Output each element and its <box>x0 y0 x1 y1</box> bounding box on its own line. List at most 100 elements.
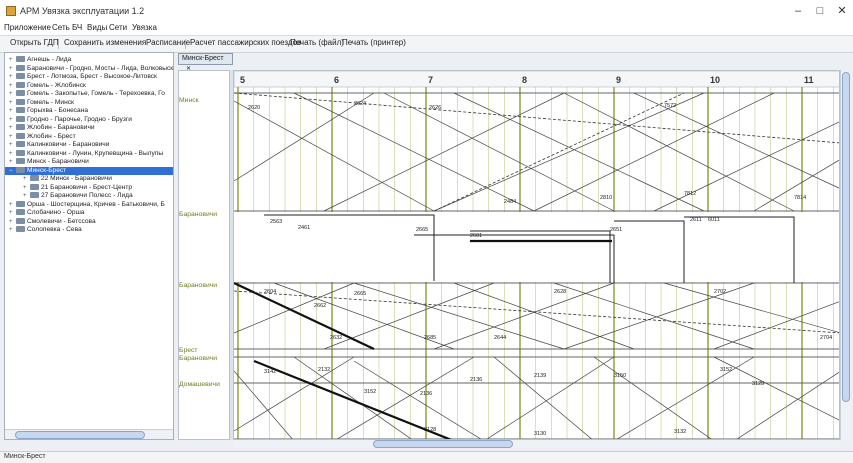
print-file-button[interactable]: Печать (файл) <box>288 38 346 47</box>
tree-item[interactable]: + Калинковичи - Лунин, Крупевщина - Вылуп… <box>5 149 163 158</box>
tree-item[interactable]: + Калинковичи - Барановичи <box>5 141 109 149</box>
train-number-label: 2484 <box>504 199 516 205</box>
tree-item[interactable]: + Гомель - Жлобинск <box>5 81 86 90</box>
expand-icon[interactable]: + <box>23 175 30 183</box>
train-number-label: 3130 <box>534 431 546 437</box>
train-schedule-graph[interactable]: 5 6 7 8 9 10 11 2620 2624 2626 7572 2484 2810 7812 781… <box>233 70 840 440</box>
menu-networks[interactable]: Сети <box>109 23 127 32</box>
save-changes-button[interactable]: Сохранить изменения <box>62 38 148 47</box>
expand-icon[interactable]: + <box>9 141 16 149</box>
tree-item[interactable]: +21 Барановичи - Брест-Центр <box>5 183 133 192</box>
tree-item[interactable]: + Гомель - Закопытье, Гомель - Терехоевка… <box>5 90 165 98</box>
expand-icon[interactable]: + <box>9 209 16 217</box>
tree-item[interactable]: + Гомель - Минск <box>5 98 74 107</box>
menu-link[interactable]: Увязка <box>132 23 157 32</box>
collapse-icon[interactable]: − <box>9 167 16 175</box>
tree-item[interactable]: + Орша - Шостерщина, Кричев - Батьковичи,… <box>5 200 165 209</box>
train-number-label: 3150 <box>614 373 626 379</box>
tree-item[interactable]: + Слобачино - Орша <box>5 209 85 217</box>
menu-network[interactable]: Сеть БЧ <box>52 23 82 32</box>
menu-app[interactable]: Приложение <box>4 23 51 32</box>
expand-icon[interactable]: + <box>9 99 16 107</box>
app-icon <box>6 6 16 16</box>
tree-item-label: Минск-Брест <box>27 166 67 174</box>
expand-icon[interactable]: + <box>9 116 16 124</box>
tree-item[interactable]: +27 Барановичи Полесс - Лида <box>5 192 133 200</box>
open-gdp-button[interactable]: Открыть ГДП <box>8 38 61 47</box>
expand-icon[interactable]: + <box>9 201 16 209</box>
route-tree[interactable]: + Агнешь - Лида + Барановичи - Гродно, Мост… <box>4 52 174 440</box>
scrollbar-thumb[interactable] <box>373 440 513 448</box>
train-number-label: 3128 <box>424 427 436 433</box>
expand-icon[interactable]: + <box>9 158 16 166</box>
tree-item[interactable]: + Барановичи - Гродно, Мосты - Лида, Волк… <box>5 64 173 73</box>
train-number-label: 2601 <box>470 233 482 239</box>
expand-icon[interactable]: + <box>23 184 30 192</box>
tree-item[interactable]: + Жлобин - Барановичи <box>5 124 95 132</box>
tree-item-label: Горыхва - Бонесана <box>27 107 89 114</box>
tree-item[interactable]: + Горыхва - Бонесана <box>5 107 88 115</box>
passenger-trains-button[interactable]: Расчет пассажирских поездов <box>188 38 303 47</box>
tree-item[interactable]: + Гродно - Парочье, Гродно - Брузги <box>5 115 132 124</box>
tree-item[interactable]: + Брест - Лотмоза, Брест - Высокое-Литовс… <box>5 73 157 81</box>
expand-icon[interactable]: + <box>9 73 16 81</box>
print-printer-button[interactable]: Печать (принтер) <box>340 38 408 47</box>
train-number-label: 2604 <box>264 289 276 295</box>
station-label: Домашевичи <box>179 381 220 388</box>
expand-icon[interactable]: + <box>23 192 30 200</box>
expand-icon[interactable]: + <box>9 226 16 234</box>
tree-item[interactable]: + Агнешь - Лида <box>5 56 71 64</box>
folder-icon <box>16 226 25 232</box>
station-label: Брест <box>179 347 198 354</box>
expand-icon[interactable]: + <box>9 90 16 98</box>
tree-item-label: Гомель - Жлобинск <box>27 81 86 89</box>
hour-tick-label: 5 <box>240 75 245 85</box>
expand-icon[interactable]: + <box>9 56 16 64</box>
maximize-button[interactable]: □ <box>812 4 828 18</box>
train-number-label: 2702 <box>714 289 726 295</box>
train-path <box>293 356 412 439</box>
expand-icon[interactable]: + <box>9 124 16 132</box>
tree-item-label: 21 Барановичи - Брест-Центр <box>41 183 133 191</box>
hour-tick-label: 10 <box>710 75 720 85</box>
train-path <box>353 282 565 350</box>
toolbar-divider <box>185 39 186 49</box>
folder-icon <box>16 209 25 215</box>
tree-item[interactable]: + Солопевка - Сева <box>5 226 82 234</box>
graph-vertical-scrollbar[interactable] <box>840 70 851 440</box>
expand-icon[interactable]: + <box>9 218 16 226</box>
train-number-label: 3152 <box>364 389 376 395</box>
train-path <box>493 356 593 439</box>
train-number-label: 2665 <box>354 291 366 297</box>
train-path <box>736 371 839 439</box>
train-path <box>653 121 839 212</box>
train-number-label: 2611 <box>690 217 702 223</box>
hour-tick-label: 8 <box>522 75 527 85</box>
tree-item-label: Гомель - Минск <box>27 98 74 106</box>
tree-item[interactable]: − Минск-Брест <box>5 166 173 175</box>
train-path <box>234 282 375 350</box>
folder-icon <box>16 217 25 224</box>
minimize-button[interactable]: – <box>790 4 806 18</box>
scrollbar-thumb[interactable] <box>15 431 145 439</box>
folder-icon <box>16 98 25 105</box>
expand-icon[interactable]: + <box>9 107 16 115</box>
expand-icon[interactable]: + <box>9 65 16 73</box>
tree-item[interactable]: + Жлобин - Брест <box>5 132 76 141</box>
tree-item-label: Жлобин - Брест <box>27 132 76 140</box>
tree-item[interactable]: + Смолевичи - Бетссова <box>5 217 96 226</box>
expand-icon[interactable]: + <box>9 150 16 158</box>
tree-item[interactable]: +22 Минск - Барановичи <box>5 175 112 183</box>
tab-minsk-brest[interactable]: Минск-Брест ✕ <box>178 53 233 72</box>
menu-views[interactable]: Виды <box>87 23 107 32</box>
tree-item[interactable]: + Минск - Барановичи <box>5 158 89 166</box>
tree-horizontal-scrollbar[interactable] <box>5 429 173 439</box>
train-path <box>663 282 839 333</box>
close-button[interactable]: ✕ <box>834 4 850 18</box>
graph-horizontal-scrollbar[interactable] <box>233 440 840 448</box>
scrollbar-thumb[interactable] <box>842 72 850 402</box>
tab-label: Минск-Брест <box>182 55 224 62</box>
train-path <box>433 92 685 212</box>
expand-icon[interactable]: + <box>9 82 16 90</box>
expand-icon[interactable]: + <box>9 133 16 141</box>
